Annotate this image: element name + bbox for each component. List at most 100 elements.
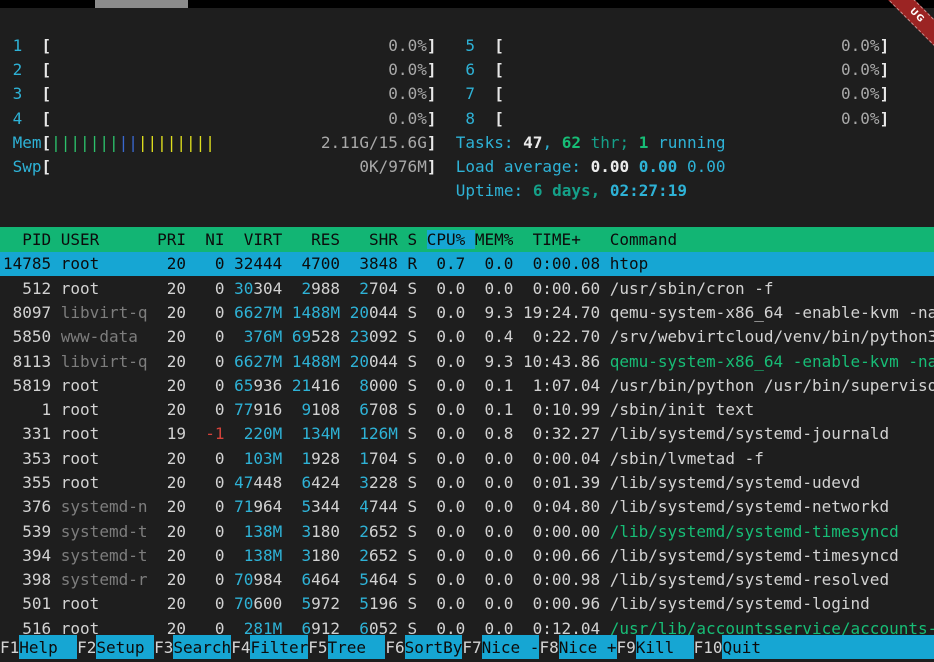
load-one-minute: 0.00 [591, 157, 630, 176]
cell-cpu: 0.0 [427, 497, 466, 516]
fkey-f1[interactable]: F1 [0, 635, 19, 659]
process-row-398[interactable]: 398systemd-r2007098464645464S0.00.00:00.… [0, 568, 934, 592]
cell-mem: 0.1 [475, 400, 514, 419]
cell-state: S [407, 279, 417, 298]
debug-ribbon: UG [876, 0, 934, 58]
fkey-label-nice-[interactable]: Nice + [559, 635, 617, 659]
process-row-501[interactable]: 501root2007060059725196S0.00.00:00.96/li… [0, 592, 934, 616]
cell-state: S [407, 522, 417, 541]
cell-mem: 0.0 [475, 570, 514, 589]
process-row-14785[interactable]: 14785root2003244447003848R0.70.00:00.08h… [0, 252, 934, 276]
cell-cpu: 0.0 [427, 473, 466, 492]
cpu-meter-row-4: 4[0.0%]8[0.0%] [0, 106, 934, 130]
fkey-f6[interactable]: F6 [385, 635, 404, 659]
header-cell-s[interactable]: S [407, 230, 417, 249]
process-row-5850[interactable]: 5850www-data200376M6952823092S0.00.40:22… [0, 325, 934, 349]
cell-virt: 103M [234, 449, 282, 468]
cell-ni: 0 [196, 352, 225, 371]
cell-time: 0:10.99 [523, 400, 600, 419]
header-cell-mem[interactable]: MEM% [475, 230, 514, 249]
fkey-label-tree[interactable]: Tree [328, 635, 386, 659]
process-row-539[interactable]: 539systemd-t200138M31802652S0.00.00:00.0… [0, 519, 934, 543]
cell-pri: 20 [157, 473, 186, 492]
cell-time: 0:00.98 [523, 570, 600, 589]
cell-time: 0:22.70 [523, 327, 600, 346]
fkey-label-kill[interactable]: Kill [636, 635, 694, 659]
cell-virt: 65936 [234, 376, 282, 395]
cell-ni: 0 [196, 254, 225, 273]
header-cell-shr[interactable]: SHR [350, 230, 398, 249]
fkey-label-sortby[interactable]: SortBy [405, 635, 463, 659]
header-cell-virt[interactable]: VIRT [234, 230, 282, 249]
meter-open-bracket: [ [42, 157, 52, 176]
process-row-394[interactable]: 394systemd-t200138M31802652S0.00.00:00.6… [0, 543, 934, 567]
cell-res: 69528 [292, 327, 340, 346]
header-cell-pid[interactable]: PID [3, 230, 51, 249]
htop-terminal: 1[0.0%]5[0.0%]2[0.0%]6[0.0%]3[0.0%]7[0.0… [0, 33, 934, 640]
cpu-meter-7: 0.0% [504, 84, 880, 103]
fkey-f4[interactable]: F4 [231, 635, 250, 659]
cell-state: S [407, 352, 417, 371]
cpu-meter-value: 0.0% [841, 60, 880, 79]
header-cell-user[interactable]: USER [61, 230, 148, 249]
fkey-label-search[interactable]: Search [173, 635, 231, 659]
meter-close-bracket: ] [880, 60, 890, 79]
cell-state: S [407, 376, 417, 395]
cpu-meter-label-3: 3 [13, 84, 42, 103]
process-row-355[interactable]: 355root2004744864243228S0.00.00:01.39/li… [0, 470, 934, 494]
cell-command: /sbin/init text [610, 400, 934, 419]
process-row-512[interactable]: 512root2003030429882704S0.00.00:00.60/us… [0, 276, 934, 300]
cell-pid: 353 [3, 449, 51, 468]
cell-user: systemd-t [61, 546, 148, 565]
cell-pri: 19 [157, 424, 186, 443]
cell-ni: 0 [196, 594, 225, 613]
fkey-f3[interactable]: F3 [154, 635, 173, 659]
fkey-f9[interactable]: F9 [617, 635, 636, 659]
fkey-f2[interactable]: F2 [77, 635, 96, 659]
header-cell-cpu[interactable]: CPU% [427, 230, 475, 249]
cell-pid: 376 [3, 497, 51, 516]
cell-shr: 5196 [350, 594, 398, 613]
cell-virt: 32444 [234, 254, 282, 273]
fkey-label-quit[interactable]: Quit [722, 635, 934, 659]
tasks-separator: , [542, 133, 552, 152]
cell-res: 1928 [292, 449, 340, 468]
cpu-meter-value: 0.0% [841, 109, 880, 128]
cpu-meter-1: 0.0% [51, 36, 427, 55]
cell-user: root [61, 376, 148, 395]
header-cell-ni[interactable]: NI [196, 230, 225, 249]
fkey-f8[interactable]: F8 [539, 635, 558, 659]
process-row-331[interactable]: 331root19-1220M134M126MS0.00.80:32.27/li… [0, 422, 934, 446]
process-row-5819[interactable]: 5819root20065936214168000S0.00.11:07.04/… [0, 373, 934, 397]
process-row-8113[interactable]: 8113libvirt-q2006627M1488M20044S0.09.310… [0, 349, 934, 373]
cell-ni: 0 [196, 279, 225, 298]
fkey-label-setup[interactable]: Setup [96, 635, 154, 659]
cpu-meter-6: 0.0% [504, 60, 880, 79]
cell-pri: 20 [157, 303, 186, 322]
fkey-f10[interactable]: F10 [694, 635, 723, 659]
process-row-353[interactable]: 353root200103M19281704S0.00.00:00.04/sbi… [0, 446, 934, 470]
top-tab[interactable] [95, 0, 188, 8]
cell-command: htop [610, 254, 934, 273]
process-row-1[interactable]: 1root2007791691086708S0.00.10:10.99/sbin… [0, 397, 934, 421]
header-cell-pri[interactable]: PRI [157, 230, 186, 249]
fkey-f7[interactable]: F7 [462, 635, 481, 659]
fkey-label-nice-[interactable]: Nice - [482, 635, 540, 659]
header-cell-res[interactable]: RES [292, 230, 340, 249]
header-cell-time[interactable]: TIME+ [523, 230, 600, 249]
cell-time: 0:00.04 [523, 449, 600, 468]
meter-close-bracket: ] [427, 60, 437, 79]
cell-virt: 70984 [234, 570, 282, 589]
cell-cpu: 0.0 [427, 522, 466, 541]
cell-command: /usr/bin/python /usr/bin/superviso [610, 376, 934, 395]
fkey-label-filter[interactable]: Filter [250, 635, 308, 659]
cell-shr: 3848 [350, 254, 398, 273]
process-row-376[interactable]: 376systemd-n2007196453444744S0.00.00:04.… [0, 495, 934, 519]
fkey-label-help[interactable]: Help [19, 635, 77, 659]
header-cell-command[interactable]: Command [610, 230, 934, 249]
fkey-f5[interactable]: F5 [308, 635, 327, 659]
cell-mem: 0.4 [475, 327, 514, 346]
cell-ni: 0 [196, 449, 225, 468]
process-row-8097[interactable]: 8097libvirt-q2006627M1488M20044S0.09.319… [0, 300, 934, 324]
cell-shr: 20044 [350, 303, 398, 322]
